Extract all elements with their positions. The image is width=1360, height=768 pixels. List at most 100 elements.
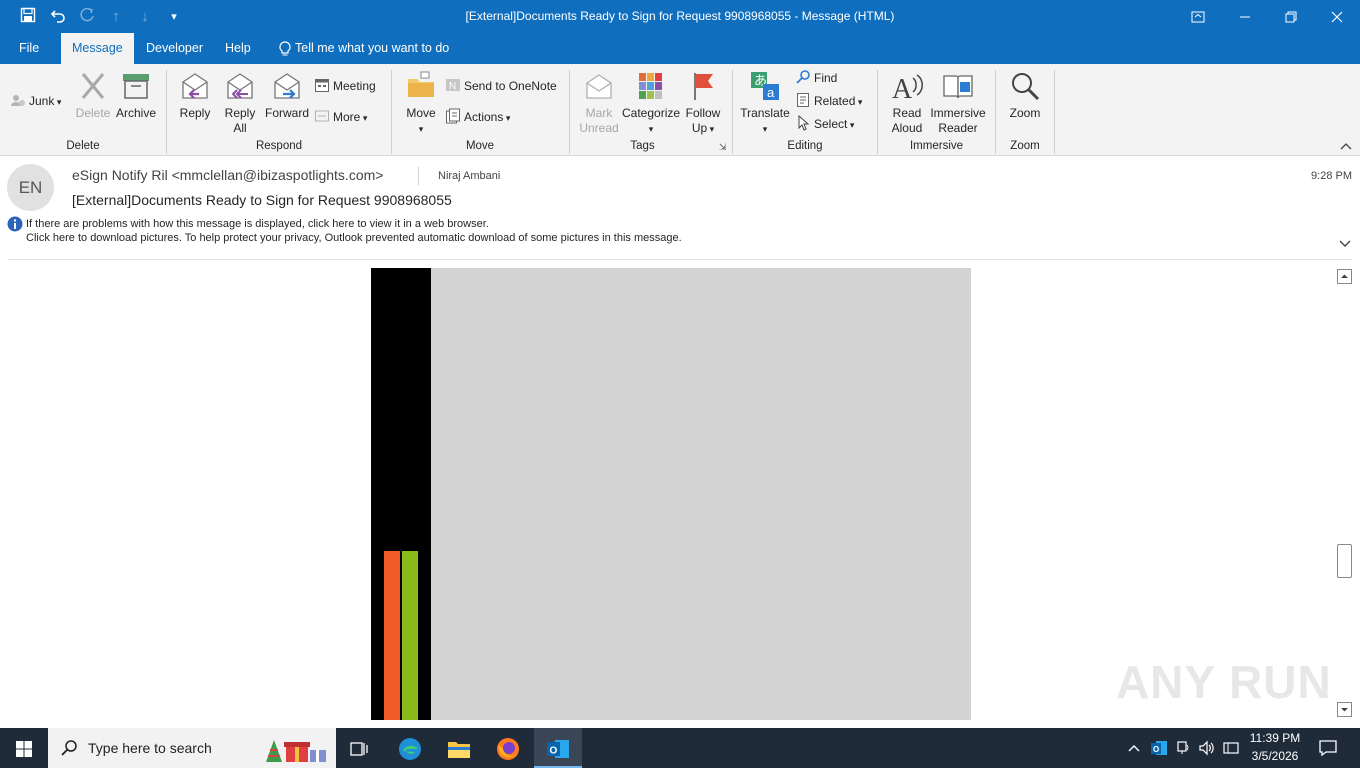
reply-button[interactable]: Reply — [174, 70, 216, 138]
mark-unread-icon — [586, 74, 612, 99]
reply-all-button[interactable]: Reply All — [218, 70, 262, 138]
scroll-up-button[interactable] — [1337, 269, 1352, 284]
file-explorer-icon[interactable] — [435, 728, 483, 768]
related-icon — [795, 92, 811, 108]
info-icon — [7, 216, 23, 232]
follow-up-button[interactable]: Follow Up ▾ — [682, 70, 724, 138]
svg-text:O: O — [550, 745, 558, 756]
firefox-icon[interactable] — [484, 728, 532, 768]
junk-button[interactable]: Junk ▾ — [10, 91, 61, 111]
recipient[interactable]: Niraj Ambani — [438, 170, 500, 182]
svg-text:N: N — [449, 81, 456, 92]
clock-time[interactable]: 11:39 PM — [1244, 731, 1306, 745]
actions-icon — [445, 108, 461, 124]
email-sidebar-stripe — [371, 268, 431, 720]
view-in-browser-infobar[interactable]: If there are problems with how this mess… — [26, 218, 489, 230]
received-time: 9:28 PM — [1311, 170, 1352, 182]
close-icon[interactable] — [1314, 0, 1360, 33]
cursor-icon — [795, 114, 811, 131]
immersive-reader-button[interactable]: Immersive Reader — [928, 70, 988, 138]
tab-help[interactable]: Help — [214, 33, 262, 64]
junk-icon — [10, 92, 26, 108]
green-bar — [402, 551, 418, 720]
magnifier-icon — [1012, 73, 1040, 101]
select-button[interactable]: Select ▾ — [795, 114, 854, 134]
down-arrow-icon[interactable]: ↓ — [135, 7, 155, 27]
collapse-ribbon-icon[interactable] — [1340, 142, 1352, 153]
customize-toolbar-icon[interactable]: ▾ — [164, 7, 184, 27]
save-icon[interactable] — [18, 7, 38, 27]
start-button[interactable] — [0, 728, 48, 768]
categorize-button[interactable]: Categorize ▾ — [622, 70, 680, 138]
immersive-reader-icon — [943, 75, 973, 99]
restore-icon[interactable] — [1268, 0, 1314, 33]
ime-icon[interactable] — [1222, 740, 1240, 756]
meeting-button[interactable]: Meeting — [314, 76, 376, 96]
translate-icon: あa — [751, 72, 779, 100]
expand-header-icon[interactable] — [1339, 237, 1351, 251]
vertical-scrollbar[interactable] — [1336, 268, 1353, 720]
ribbon-display-icon[interactable] — [1175, 0, 1221, 33]
title-bar: ↑ ↓ ▾ [External]Documents Ready to Sign … — [0, 0, 1360, 33]
tab-developer[interactable]: Developer — [135, 33, 214, 64]
archive-icon — [123, 74, 149, 99]
minimize-icon[interactable] — [1222, 0, 1268, 33]
group-label-respond: Respond — [255, 140, 303, 152]
send-to-onenote-button[interactable]: N Send to OneNote — [445, 76, 557, 96]
edge-icon[interactable] — [386, 728, 434, 768]
zoom-button[interactable]: Zoom — [1002, 70, 1048, 138]
sender[interactable]: eSign Notify Ril <mmclellan@ibizaspotlig… — [72, 167, 383, 183]
avatar: EN — [7, 164, 54, 211]
meeting-icon — [314, 77, 330, 93]
taskbar: Type here to search O O 11:39 PM 3/5/202… — [0, 728, 1360, 768]
tab-file[interactable]: File — [8, 33, 50, 64]
scroll-down-button[interactable] — [1337, 702, 1352, 717]
more-icon — [314, 108, 330, 124]
redo-icon[interactable] — [77, 7, 97, 27]
forward-button[interactable]: Forward — [262, 70, 312, 138]
more-respond-button[interactable]: More ▾ — [314, 107, 367, 127]
read-aloud-button[interactable]: A Read Aloud — [886, 70, 928, 138]
translate-button[interactable]: あa Translate ▾ — [739, 70, 791, 138]
delete-button[interactable]: Delete — [72, 70, 114, 138]
clock-date[interactable]: 3/5/2026 — [1244, 749, 1306, 763]
window-title: [External]Documents Ready to Sign for Re… — [465, 9, 895, 23]
group-label-zoom: Zoom — [1010, 140, 1040, 152]
outlook-tray-icon[interactable]: O — [1150, 739, 1168, 757]
group-label-immersive: Immersive — [909, 140, 964, 152]
categorize-icon — [639, 73, 662, 99]
search-icon — [60, 739, 78, 760]
tell-me-search[interactable]: Tell me what you want to do — [295, 33, 449, 64]
network-icon[interactable] — [1174, 740, 1192, 756]
search-placeholder: Type here to search — [88, 740, 212, 756]
lightbulb-icon — [278, 41, 292, 60]
related-button[interactable]: Related ▾ — [795, 91, 862, 111]
search-highlight-gifts-icon — [264, 734, 330, 764]
tab-message[interactable]: Message — [61, 33, 134, 64]
show-hidden-icons-icon[interactable] — [1126, 740, 1142, 756]
mark-unread-button[interactable]: Mark Unread — [576, 70, 622, 138]
undo-icon[interactable] — [48, 7, 68, 27]
header-divider — [418, 167, 419, 185]
volume-icon[interactable] — [1198, 740, 1216, 756]
move-button[interactable]: Move ▾ — [400, 70, 442, 138]
tags-dialog-launcher-icon[interactable]: ⇲ — [719, 142, 727, 153]
taskbar-search-box[interactable]: Type here to search — [48, 728, 336, 768]
up-arrow-icon[interactable]: ↑ — [106, 7, 126, 27]
header-separator — [8, 259, 1352, 260]
find-button[interactable]: Find — [795, 68, 837, 88]
orange-bar — [384, 551, 400, 720]
outlook-taskbar-icon[interactable]: O — [534, 728, 582, 768]
reply-icon — [182, 73, 208, 99]
task-view-icon[interactable] — [336, 728, 384, 768]
scroll-thumb[interactable] — [1337, 544, 1352, 578]
find-icon — [795, 69, 811, 85]
blocked-image-placeholder[interactable] — [371, 268, 971, 720]
notifications-icon[interactable] — [1318, 739, 1338, 757]
download-pictures-infobar[interactable]: Click here to download pictures. To help… — [26, 232, 682, 244]
archive-button[interactable]: Archive — [114, 70, 158, 138]
group-label-tags: Tags — [630, 140, 655, 152]
ribbon-tabs: File Message Developer Help Tell me what… — [0, 33, 1360, 64]
actions-button[interactable]: Actions ▾ — [445, 107, 510, 127]
svg-text:O: O — [1153, 745, 1159, 754]
